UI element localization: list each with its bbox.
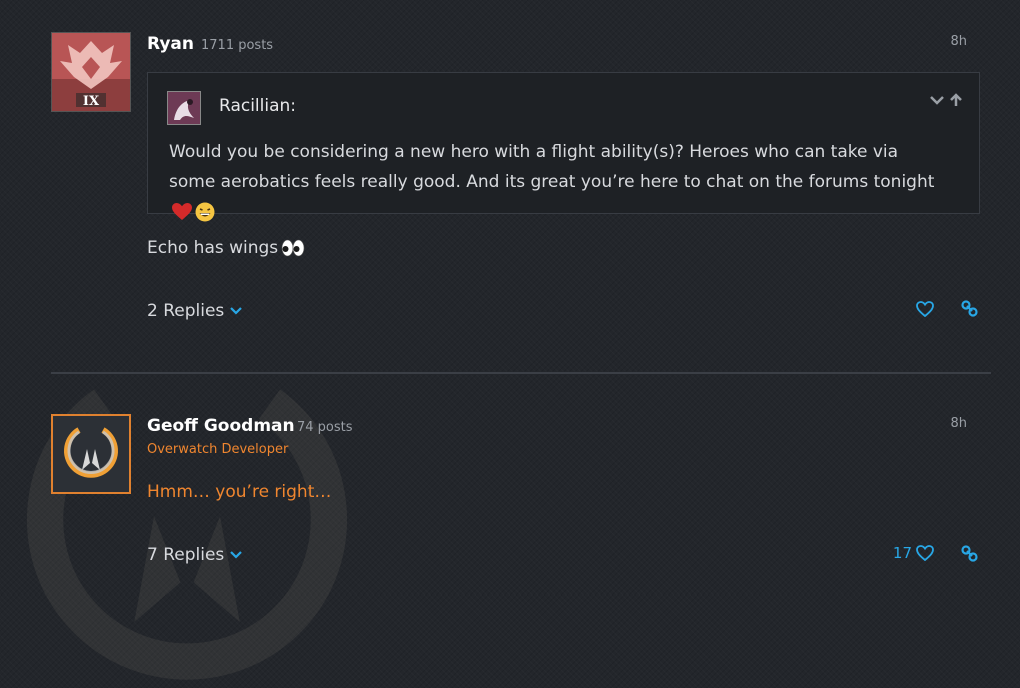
post-count: 1711 posts: [201, 38, 274, 53]
replies-toggle[interactable]: 2 Replies: [147, 301, 243, 321]
collapse-chevron-icon[interactable]: [929, 93, 945, 107]
chevron-down-icon: [230, 307, 243, 315]
share-link-icon[interactable]: [961, 544, 978, 562]
author-name[interactable]: Ryan: [147, 34, 194, 54]
post-count: 74 posts: [297, 420, 353, 435]
post-body-text: Hmm… you’re right…: [147, 482, 332, 502]
post-body-text: Echo has wings: [147, 238, 279, 258]
author-name[interactable]: Geoff Goodman: [147, 416, 295, 436]
quote-avatar: [167, 91, 201, 125]
post-body: Hmm… you’re right…: [147, 482, 331, 502]
replies-toggle[interactable]: 7 Replies: [147, 545, 243, 565]
quote-text: Would you be considering a new hero with…: [169, 137, 949, 227]
like-heart-icon[interactable]: [916, 545, 934, 561]
eyes-emoji: [281, 239, 305, 257]
share-link-icon[interactable]: [961, 300, 978, 317]
rank-badge-icon: IX: [52, 33, 130, 111]
badge-rank: IX: [83, 94, 100, 109]
replies-label: 7 Replies: [147, 545, 225, 565]
forum-post: IX Ryan 1711 posts 8h Racillian: Would y…: [0, 0, 1020, 372]
post-actions: 17: [893, 544, 978, 562]
quote-text-content: Would you be considering a new hero with…: [169, 142, 935, 192]
like-count: 17: [892, 544, 912, 562]
chevron-down-icon: [230, 551, 243, 559]
developer-avatar[interactable]: [51, 414, 131, 494]
post-time[interactable]: 8h: [950, 416, 967, 431]
developer-role-label: Overwatch Developer: [147, 442, 289, 457]
overwatch-logo-icon: [53, 416, 129, 492]
like-heart-icon[interactable]: [916, 300, 934, 317]
post-body: Echo has wings: [147, 238, 305, 258]
avatar[interactable]: IX: [51, 32, 131, 112]
post-actions: [912, 300, 978, 317]
quote-block: Racillian: Would you be considering a ne…: [147, 72, 980, 222]
forum-post: Geoff Goodman 74 posts Overwatch Develop…: [0, 374, 1020, 595]
heart-emoji: [172, 203, 192, 220]
grinning-emoji: [195, 202, 215, 222]
quote-author[interactable]: Racillian:: [219, 96, 296, 116]
jump-up-arrow-icon[interactable]: [949, 93, 963, 107]
replies-label: 2 Replies: [147, 301, 225, 321]
quote-controls: [929, 93, 963, 107]
post-time[interactable]: 8h: [950, 34, 967, 49]
